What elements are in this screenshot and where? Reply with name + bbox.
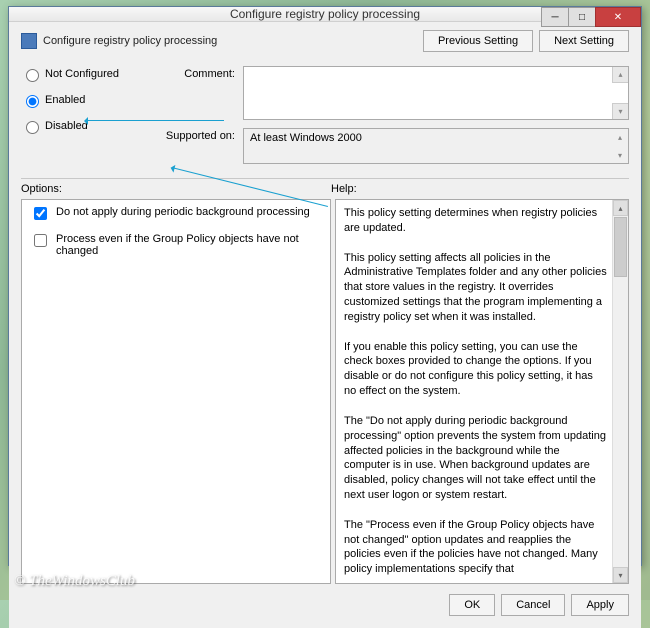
close-button[interactable]: ✕ (595, 7, 641, 27)
window-controls: ─ □ ✕ (542, 7, 641, 27)
scrollbar-thumb[interactable] (614, 217, 627, 277)
option-checkbox-row[interactable]: Process even if the Group Policy objects… (30, 233, 322, 257)
dialog-window: Configure registry policy processing ─ □… (8, 6, 642, 566)
apply-button[interactable]: Apply (571, 594, 629, 616)
panel-labels: Options: Help: (21, 183, 629, 195)
radio-label: Disabled (45, 120, 88, 132)
option-checkbox-2[interactable] (34, 234, 47, 247)
supported-label: Supported on: (151, 128, 243, 142)
radio-not-configured[interactable]: Not Configured (21, 66, 151, 82)
option-label: Process even if the Group Policy objects… (56, 233, 322, 257)
help-label: Help: (331, 183, 357, 195)
option-checkbox-row[interactable]: Do not apply during periodic background … (30, 206, 322, 223)
options-panel: Do not apply during periodic background … (21, 199, 331, 584)
previous-setting-button[interactable]: Previous Setting (423, 30, 533, 52)
panels: Do not apply during periodic background … (21, 199, 629, 584)
policy-name-label: Configure registry policy processing (43, 35, 423, 47)
comment-textarea[interactable]: ▴ ▾ (243, 66, 629, 120)
header-row: Configure registry policy processing Pre… (21, 30, 629, 52)
comment-row: Comment: ▴ ▾ (151, 66, 629, 120)
footer-buttons: OK Cancel Apply (21, 594, 629, 616)
comment-label: Comment: (151, 66, 243, 80)
config-row: Not Configured Enabled Disabled Comment:… (21, 66, 629, 172)
state-radio-group: Not Configured Enabled Disabled (21, 66, 151, 172)
titlebar[interactable]: Configure registry policy processing ─ □… (9, 7, 641, 22)
maximize-button[interactable]: □ (568, 7, 596, 27)
help-panel: This policy setting determines when regi… (335, 199, 629, 584)
ok-button[interactable]: OK (449, 594, 495, 616)
radio-not-configured-input[interactable] (26, 69, 39, 82)
supported-textbox: At least Windows 2000 ▴ ▾ (243, 128, 629, 164)
radio-enabled-input[interactable] (26, 95, 39, 108)
scroll-up-icon[interactable]: ▴ (613, 200, 628, 216)
scroll-down-icon: ▾ (612, 147, 628, 163)
scroll-down-icon[interactable]: ▾ (612, 103, 628, 119)
option-label: Do not apply during periodic background … (56, 206, 310, 218)
radio-disabled[interactable]: Disabled (21, 118, 151, 134)
options-label: Options: (21, 183, 331, 195)
radio-label: Not Configured (45, 68, 119, 80)
supported-row: Supported on: At least Windows 2000 ▴ ▾ (151, 128, 629, 164)
scroll-up-icon: ▴ (612, 129, 628, 145)
scroll-down-icon[interactable]: ▾ (613, 567, 628, 583)
vertical-scrollbar[interactable]: ▴ ▾ (612, 200, 628, 583)
separator (21, 178, 629, 179)
radio-disabled-input[interactable] (26, 121, 39, 134)
watermark: © TheWindowsClub (14, 573, 135, 590)
policy-icon (21, 33, 37, 49)
help-text: This policy setting determines when regi… (344, 206, 608, 577)
minimize-button[interactable]: ─ (541, 7, 569, 27)
radio-label: Enabled (45, 94, 85, 106)
nav-buttons: Previous Setting Next Setting (423, 30, 629, 52)
cancel-button[interactable]: Cancel (501, 594, 565, 616)
form-column: Comment: ▴ ▾ Supported on: At least Wind… (151, 66, 629, 172)
next-setting-button[interactable]: Next Setting (539, 30, 629, 52)
dialog-content: Configure registry policy processing Pre… (9, 22, 641, 628)
scroll-up-icon[interactable]: ▴ (612, 67, 628, 83)
radio-enabled[interactable]: Enabled (21, 92, 151, 108)
option-checkbox-1[interactable] (34, 207, 47, 220)
supported-value: At least Windows 2000 (250, 132, 362, 144)
